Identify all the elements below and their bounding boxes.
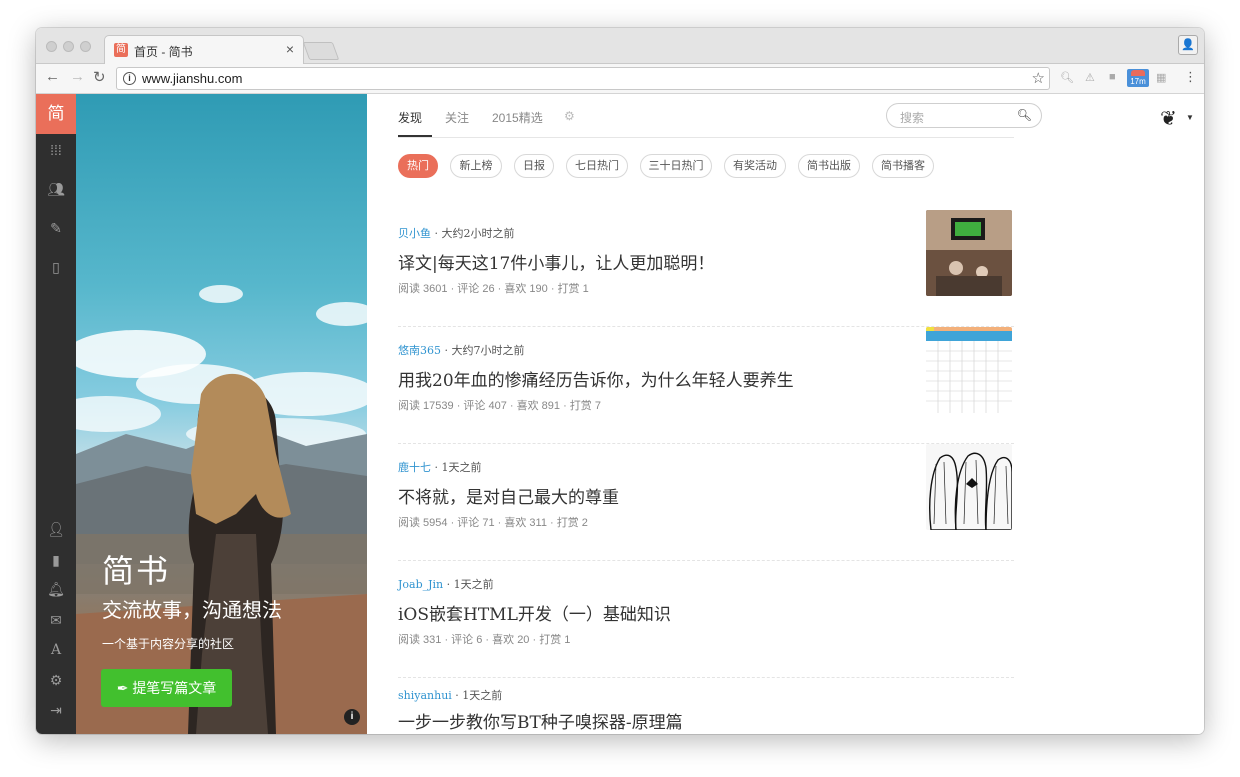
article-time: · 1天之前 <box>451 689 503 702</box>
list-item[interactable]: shiyanhui · 1天之前 一步一步教你写BT种子嗅探器-原理篇 <box>398 672 1014 734</box>
pill-7day[interactable]: 七日热门 <box>566 154 628 178</box>
article-meta: Joab_Jin · 1天之前 <box>398 576 494 592</box>
article-title[interactable]: iOS嵌套HTML开发（一）基础知识 <box>398 600 671 625</box>
list-item[interactable]: 贝小鱼 · 大约2小时之前 译文|每天这17件小事儿，让人更加聪明！ 阅读 36… <box>398 210 1014 327</box>
timer-ext-icon[interactable]: 17m <box>1127 69 1149 87</box>
pill-new[interactable]: 新上榜 <box>450 154 502 178</box>
author-link[interactable]: 鹿十七 <box>398 461 431 474</box>
search-ext-icon[interactable]: 🔍︎ <box>1060 71 1074 84</box>
mail-icon[interactable]: ✉ <box>36 612 76 629</box>
tab-close-icon[interactable]: × <box>286 41 294 57</box>
hero-panel: 简书 交流故事，沟通想法 一个基于内容分享的社区 ✒ 提笔写篇文章 i <box>76 94 367 734</box>
article-stats: 阅读 3601 · 评论 26 · 喜欢 190 · 打赏 1 <box>398 283 589 295</box>
pill-hot[interactable]: 热门 <box>398 154 438 178</box>
article-meta: shiyanhui · 1天之前 <box>398 687 502 703</box>
article-time: · 1天之前 <box>431 461 482 474</box>
close-window-button[interactable] <box>46 41 57 52</box>
warning-ext-icon[interactable]: ⚠ <box>1085 71 1095 84</box>
pen-icon: ✒ <box>116 680 133 696</box>
favicon-icon: 简 <box>114 43 128 57</box>
article-thumbnail[interactable] <box>926 210 1012 296</box>
grid-icon[interactable]: ⁞⁞⁞ <box>36 142 76 158</box>
info-icon[interactable]: i <box>123 72 136 85</box>
pill-publish[interactable]: 简书出版 <box>798 154 860 178</box>
hero-subtitle: 交流故事，沟通想法 <box>102 598 282 622</box>
profile-icon[interactable]: 👤 <box>1178 35 1198 55</box>
page-content: 简 ⁞⁞⁞ 👥︎ ✎ ▯ 👤︎ ▮ 🔔︎ ✉ A ⚙ ⇥ 简书 交流故事，沟通想… <box>36 94 1204 734</box>
hero-title: 简书 <box>102 552 171 590</box>
search-icon[interactable]: 🔍︎ <box>1017 108 1032 122</box>
list-item[interactable]: 悠南365 · 大约7小时之前 用我20年血的惨痛经历告诉你，为什么年轻人要养生… <box>398 327 1014 444</box>
tab-discover[interactable]: 发现 <box>398 109 422 126</box>
active-tab-underline <box>398 135 432 137</box>
users-icon[interactable]: 👥︎ <box>36 181 76 198</box>
signout-icon[interactable]: ⇥ <box>36 702 76 719</box>
reload-icon[interactable]: ↻ <box>93 68 106 86</box>
left-sidebar: 简 ⁞⁞⁞ 👥︎ ✎ ▯ 👤︎ ▮ 🔔︎ ✉ A ⚙ ⇥ <box>36 94 76 734</box>
list-item[interactable]: Joab_Jin · 1天之前 iOS嵌套HTML开发（一）基础知识 阅读 33… <box>398 561 1014 678</box>
settings-icon[interactable]: ⚙ <box>564 109 575 123</box>
pill-daily[interactable]: 日报 <box>514 154 554 178</box>
article-stats: 阅读 331 · 评论 6 · 喜欢 20 · 打赏 1 <box>398 634 571 646</box>
menu-icon[interactable]: ⋮ <box>1184 69 1197 85</box>
article-title[interactable]: 一步一步教你写BT种子嗅探器-原理篇 <box>398 708 683 733</box>
gears-icon[interactable]: ⚙ <box>36 672 76 689</box>
article-time: · 1天之前 <box>443 578 494 591</box>
nav-tabs: 发现 关注 2015精选 ⚙ 搜索 🔍︎ <box>398 94 1042 138</box>
bookmark-icon[interactable]: ▮ <box>36 552 76 569</box>
pill-30day[interactable]: 三十日热门 <box>640 154 712 178</box>
bell-icon[interactable]: 🔔︎ <box>36 581 76 598</box>
article-meta: 悠南365 · 大约7小时之前 <box>398 342 525 358</box>
logo[interactable]: 简 <box>36 94 76 134</box>
article-stats: 阅读 5954 · 评论 71 · 喜欢 311 · 打赏 2 <box>398 517 588 529</box>
user-icon[interactable]: 👤︎ <box>36 521 76 538</box>
pill-podcast[interactable]: 简书播客 <box>872 154 934 178</box>
author-link[interactable]: shiyanhui <box>398 689 452 702</box>
info-icon[interactable]: i <box>344 709 360 725</box>
browser-toolbar: ← → ↻ i www.jianshu.com ☆ 🔍︎ ⚠ ■ 17m ▦ ⋮ <box>36 64 1204 94</box>
back-icon[interactable]: ← <box>45 68 60 85</box>
article-meta: 贝小鱼 · 大约2小时之前 <box>398 225 515 241</box>
browser-tab[interactable]: 简 首页 - 简书 × <box>104 35 304 65</box>
mobile-icon[interactable]: ▯ <box>36 259 76 276</box>
author-link[interactable]: 贝小鱼 <box>398 227 431 240</box>
browser-window: 简 首页 - 简书 × 👤 ← → ↻ i www.jianshu.com ☆ … <box>36 28 1204 734</box>
tab-follow[interactable]: 关注 <box>445 109 469 126</box>
url-text: www.jianshu.com <box>142 71 243 86</box>
article-title[interactable]: 译文|每天这17件小事儿，让人更加聪明！ <box>398 249 714 274</box>
zoom-window-button[interactable] <box>80 41 91 52</box>
main-column: 发现 关注 2015精选 ⚙ 搜索 🔍︎ ❦ ▼ 热门 新上榜 日报 七日热门 … <box>367 94 1204 734</box>
author-link[interactable]: 悠南365 <box>398 344 441 357</box>
write-article-button[interactable]: ✒ 提笔写篇文章 <box>101 669 232 707</box>
address-bar[interactable]: i www.jianshu.com ☆ <box>116 67 1050 90</box>
list-item[interactable]: 鹿十七 · 1天之前 不将就，是对自己最大的尊重 阅读 5954 · 评论 71… <box>398 444 1014 561</box>
article-stats: 阅读 17539 · 评论 407 · 喜欢 891 · 打赏 7 <box>398 400 601 412</box>
article-thumbnail[interactable] <box>926 327 1012 413</box>
article-title[interactable]: 不将就，是对自己最大的尊重 <box>398 483 619 508</box>
tab-bar: 简 首页 - 简书 × 👤 <box>36 28 1204 65</box>
article-thumbnail[interactable] <box>926 444 1012 530</box>
article-title[interactable]: 用我20年血的惨痛经历告诉你，为什么年轻人要养生 <box>398 366 794 391</box>
bookmark-star-icon[interactable]: ☆ <box>1032 69 1045 87</box>
search-placeholder: 搜索 <box>900 111 925 125</box>
font-icon[interactable]: A <box>36 642 76 658</box>
author-link[interactable]: Joab_Jin <box>398 578 443 591</box>
hero-description: 一个基于内容分享的社区 <box>102 637 235 651</box>
shield-ext-icon[interactable]: ■ <box>1109 71 1116 83</box>
article-meta: 鹿十七 · 1天之前 <box>398 459 482 475</box>
article-time: · 大约2小时之前 <box>431 227 515 240</box>
pencil-icon[interactable]: ✎ <box>36 220 76 237</box>
search-input[interactable]: 搜索 🔍︎ <box>886 103 1042 128</box>
new-tab-button[interactable] <box>302 42 340 60</box>
write-article-label: 提笔写篇文章 <box>132 680 217 696</box>
avatar[interactable]: ❦ <box>1160 106 1177 131</box>
minimize-window-button[interactable] <box>63 41 74 52</box>
tab-2015-picks[interactable]: 2015精选 <box>492 109 543 126</box>
forward-icon[interactable]: → <box>70 68 85 85</box>
article-time: · 大约7小时之前 <box>441 344 525 357</box>
tab-title: 首页 - 简书 <box>134 45 193 59</box>
pill-events[interactable]: 有奖活动 <box>724 154 786 178</box>
chevron-down-icon[interactable]: ▼ <box>1186 113 1194 122</box>
grid-ext-icon[interactable]: ▦ <box>1156 71 1166 84</box>
